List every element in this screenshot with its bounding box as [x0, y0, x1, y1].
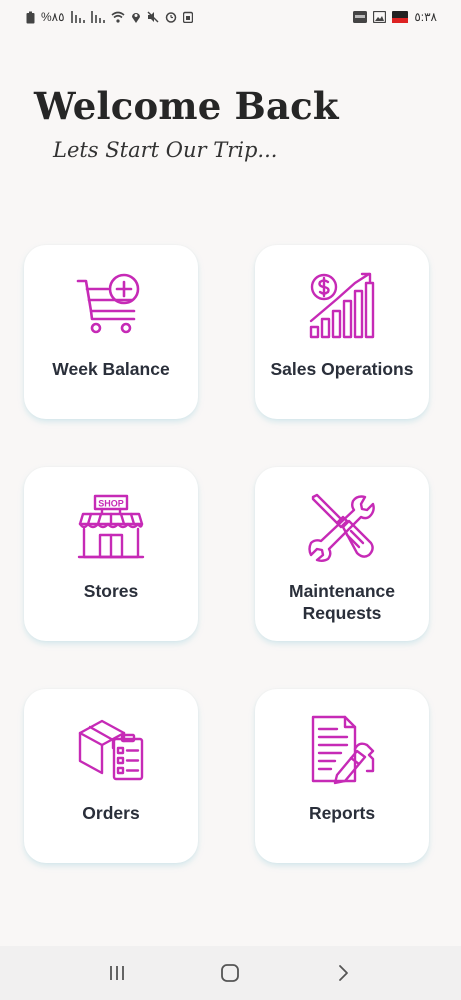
battery-percent: %٨٥: [41, 10, 65, 24]
report-icon: [311, 715, 375, 785]
orders-box-icon: [78, 719, 144, 781]
status-bar: %٨٥ ٥:٣٨: [0, 0, 461, 34]
welcome-subtitle: Lets Start Our Trip...: [53, 138, 278, 162]
clock: ٥:٣٨: [414, 10, 437, 24]
reports-label: Reports: [308, 803, 376, 823]
orders-card[interactable]: Orders: [24, 689, 198, 863]
wifi-icon: [111, 11, 125, 23]
maintenance-requests-card[interactable]: Maintenance Requests: [255, 467, 429, 641]
week-balance-label: Week Balance: [52, 359, 170, 379]
location-icon: [131, 13, 140, 23]
tools-icon: [308, 493, 375, 562]
status-left: %٨٥: [26, 10, 193, 24]
app-badge-icon: [392, 11, 409, 23]
app-notification-icon: [353, 11, 368, 23]
back-button[interactable]: [324, 953, 364, 993]
maintenance-requests-label: Maintenance Requests: [289, 581, 395, 623]
signal-icon: [70, 11, 85, 23]
alarm-icon: [165, 12, 176, 23]
welcome-title: Welcome Back: [34, 84, 339, 128]
sales-operations-label: Sales Operations: [270, 359, 414, 379]
cart-add-icon: [76, 273, 140, 334]
battery-icon: [26, 11, 35, 23]
status-right: ٥:٣٨: [353, 10, 437, 24]
svg-text:SHOP: SHOP: [98, 499, 124, 509]
system-nav-bar: [0, 946, 461, 1000]
home-button[interactable]: [210, 953, 250, 993]
back-icon: [339, 965, 349, 981]
stores-label: Stores: [83, 581, 139, 601]
sales-operations-card[interactable]: Sales Operations: [255, 245, 429, 419]
week-balance-card[interactable]: Week Balance: [24, 245, 198, 419]
gallery-icon: [373, 11, 387, 23]
shop-icon: SHOP: [77, 494, 145, 559]
mute-icon: [147, 11, 159, 23]
recent-apps-button[interactable]: [97, 953, 137, 993]
stores-card[interactable]: SHOP Stores: [24, 467, 198, 641]
signal-icon: [90, 11, 105, 23]
orders-label: Orders: [82, 803, 140, 823]
notification-icon: [182, 11, 193, 23]
sales-growth-icon: [309, 272, 375, 339]
home-icon: [221, 964, 240, 982]
recent-apps-icon: [109, 966, 124, 980]
reports-card[interactable]: Reports: [255, 689, 429, 863]
